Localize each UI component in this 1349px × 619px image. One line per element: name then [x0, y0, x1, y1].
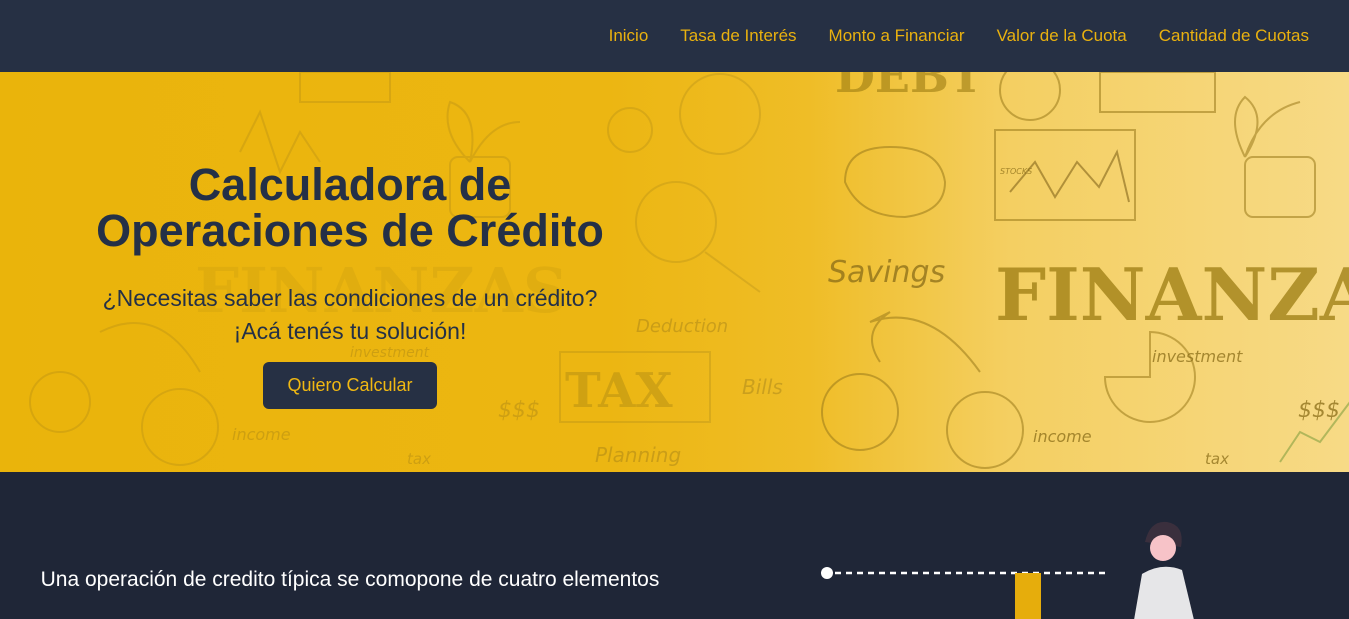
- piggy-bank-icon: [843, 145, 947, 219]
- dollar-coin-right-icon: [946, 391, 1024, 469]
- coin-top-icon: [999, 72, 1061, 121]
- nav-link-cantidad-de-cuotas[interactable]: Cantidad de Cuotas: [1159, 26, 1309, 46]
- yellow-bar-icon: [1015, 573, 1041, 619]
- coin-stack-right-icon: [1244, 156, 1316, 218]
- bitcoin-coin-icon: [607, 107, 653, 153]
- bar-chart-icon: [299, 72, 391, 103]
- hero-subtitle-line-1: ¿Necesitas saber las condiciones de un c…: [102, 285, 598, 311]
- face-icon: [1150, 535, 1176, 561]
- person-illustration: [821, 521, 1194, 619]
- hero-subtitle: ¿Necesitas saber las condiciones de un c…: [40, 282, 660, 348]
- hero-banner: FINANZAS FINANZAS DEBT TAX Savings Deduc…: [0, 72, 1349, 472]
- plant-right-icon: [1234, 95, 1301, 158]
- investment-background-word: investment: [1152, 347, 1243, 366]
- nav-link-tasa-de-interes[interactable]: Tasa de Interés: [680, 26, 796, 46]
- dollars-background-word: $$$: [1298, 398, 1340, 423]
- savings-background-word: Savings: [828, 255, 945, 290]
- hero-title-line-2: Operaciones de Crédito: [96, 205, 604, 256]
- bills-background-word: Bills: [742, 375, 783, 399]
- bar-chart-right-icon: [1099, 72, 1216, 113]
- section-intro-text: Una operación de credito típica se comop…: [40, 568, 660, 591]
- hero-title: Calculadora de Operaciones de Crédito: [40, 162, 660, 254]
- elements-section: Una operación de credito típica se comop…: [0, 472, 1349, 619]
- planning-background-word: Planning: [595, 443, 681, 467]
- hero-title-line-1: Calculadora de: [188, 159, 512, 210]
- dot-icon: [821, 567, 833, 579]
- quiero-calcular-button[interactable]: Quiero Calcular: [263, 362, 437, 409]
- debt-background-word: DEBT: [835, 72, 983, 103]
- finanzas-background-word: FINANZAS: [995, 252, 1349, 337]
- hero-subtitle-line-2: ¡Acá tenés tu solución!: [233, 318, 467, 344]
- nav-link-valor-de-la-cuota[interactable]: Valor de la Cuota: [997, 26, 1127, 46]
- tax-small-left-background-word: tax: [407, 450, 431, 468]
- income-left-background-word: income: [232, 425, 291, 444]
- stocks-background-word: STOCKS: [1000, 167, 1032, 176]
- nav-link-monto-a-financiar[interactable]: Monto a Financiar: [829, 26, 965, 46]
- top-navigation: Inicio Tasa de Interés Monto a Financiar…: [0, 0, 1349, 72]
- pie-chart-icon: [1103, 330, 1196, 423]
- bitcoin-right-icon: [821, 373, 899, 451]
- person-body-icon: [1134, 566, 1194, 619]
- tax-small-background-word: tax: [1205, 450, 1229, 468]
- hero-content: Calculadora de Operaciones de Crédito ¿N…: [40, 162, 660, 409]
- curved-arrow-icon: [869, 311, 981, 373]
- nav-link-inicio[interactable]: Inicio: [609, 26, 649, 46]
- dollar-coin-icon: [679, 73, 761, 155]
- plant-icon: [446, 100, 521, 163]
- income-background-word: income: [1033, 427, 1092, 446]
